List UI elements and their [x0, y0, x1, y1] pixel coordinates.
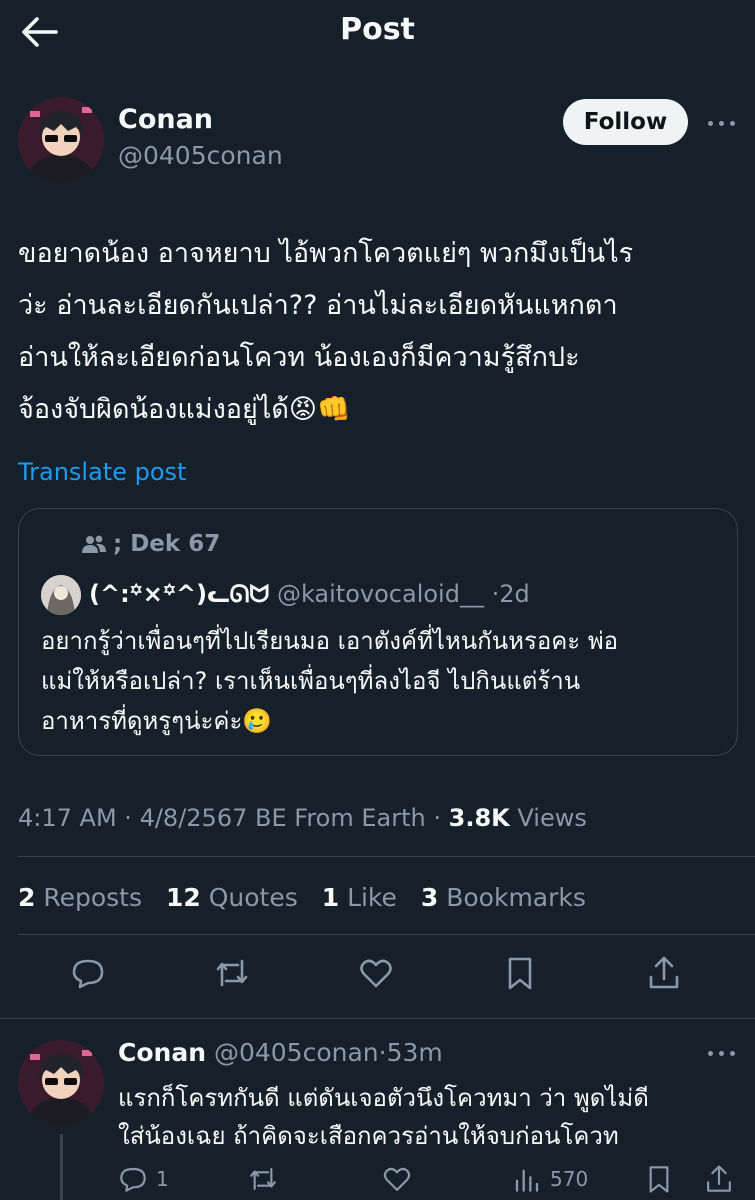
quoted-author-handle: @kaitovocaloid__: [276, 580, 484, 608]
reply-icon[interactable]: [70, 955, 110, 999]
repost-icon[interactable]: [214, 955, 254, 999]
post-text: ขอยาดน้อง อาจหยาบ ไอ้พวกโควตแย่ๆ พวกมึงเ…: [18, 238, 634, 425]
share-icon[interactable]: [646, 955, 686, 999]
quotes-stat[interactable]: 12 Quotes: [166, 883, 298, 912]
reply-repost-button[interactable]: [248, 1162, 278, 1196]
views-icon: [515, 1169, 539, 1192]
like-icon: [383, 1167, 411, 1191]
quoted-author-header: (^:꙳×꙳^)ᓚᘏᗢ @kaitovocaloid__ ·2d: [89, 577, 530, 610]
bookmarks-stat[interactable]: 3 Bookmarks: [421, 883, 586, 912]
views-label: Views: [517, 804, 587, 832]
more-options-icon[interactable]: [706, 118, 738, 128]
bookmark-icon[interactable]: [502, 955, 542, 999]
reply-bookmark-button[interactable]: [644, 1162, 674, 1196]
reply-views-button[interactable]: 570: [512, 1162, 588, 1196]
page-title: Post: [340, 12, 415, 47]
reply-like-button[interactable]: [382, 1162, 412, 1196]
reply-more-options-icon[interactable]: [706, 1048, 738, 1058]
reply-views-count: 570: [550, 1167, 589, 1191]
quoted-post-text: อยากรู้ว่าเพื่อนๆที่ไปเรียนมอ เอาตังค์ที…: [41, 627, 619, 735]
quoted-post-time: 2d: [499, 580, 530, 608]
likes-stat[interactable]: 1 Like: [322, 883, 397, 912]
reply-icon: [120, 1167, 146, 1192]
reply-author-handle[interactable]: @0405conan: [214, 1038, 379, 1067]
author-name[interactable]: Conan: [118, 104, 213, 135]
reply-author-avatar[interactable]: [18, 1040, 104, 1126]
bookmark-icon: [649, 1166, 669, 1193]
reply-share-button[interactable]: [704, 1162, 734, 1196]
community-icon: [82, 535, 106, 553]
divider: [0, 1018, 755, 1019]
author-handle[interactable]: @0405conan: [118, 141, 283, 170]
separator-dot: ·: [378, 1038, 387, 1067]
reply-author-name[interactable]: Conan: [118, 1038, 206, 1067]
reply-count: 1: [156, 1167, 169, 1191]
follow-button[interactable]: Follow: [563, 99, 688, 145]
divider: [18, 856, 755, 857]
reply-reply-button[interactable]: 1: [118, 1162, 169, 1196]
quoted-post[interactable]: ; Dek 67 (^:꙳×꙳^)ᓚᘏᗢ @kaitovocaloid__ ·2…: [18, 508, 738, 756]
reply-text: แรกก็โครทกันดี แต่ดันเจอตัวนึงโควทมา ว่า…: [118, 1084, 649, 1150]
share-icon: [707, 1165, 731, 1192]
separator-dot: ·: [433, 804, 441, 832]
quoted-author-name: (^:꙳×꙳^)ᓚᘏᗢ: [89, 580, 270, 608]
engagement-stats: 2 Reposts 12 Quotes 1 Like 3 Bookmarks: [18, 883, 602, 912]
post-date: 4/8/2567 BE: [139, 804, 287, 832]
reply-header: Conan @0405conan·53m: [118, 1038, 443, 1067]
author-avatar[interactable]: [18, 97, 104, 183]
top-bar: Post: [0, 0, 755, 66]
divider: [18, 934, 755, 935]
repost-icon: [250, 1167, 276, 1191]
post-time: 4:17 AM: [18, 804, 117, 832]
like-icon[interactable]: [358, 955, 398, 999]
reply-time: 53m: [386, 1038, 443, 1067]
reposts-stat[interactable]: 2 Reposts: [18, 883, 142, 912]
separator-dot: ·: [124, 804, 132, 832]
views-count: 3.8K: [448, 804, 510, 832]
community-name: ; Dek 67: [113, 531, 221, 557]
post-actions: [0, 955, 755, 1003]
post-meta: 4:17 AM · 4/8/2567 BE From Earth · 3.8K …: [18, 804, 587, 832]
quoted-author-avatar: [41, 575, 81, 615]
translate-post-link[interactable]: Translate post: [18, 458, 186, 486]
post-source: From Earth: [294, 804, 426, 832]
reply-actions: 1 570: [0, 1162, 755, 1198]
community-label: ; Dek 67: [81, 531, 220, 557]
